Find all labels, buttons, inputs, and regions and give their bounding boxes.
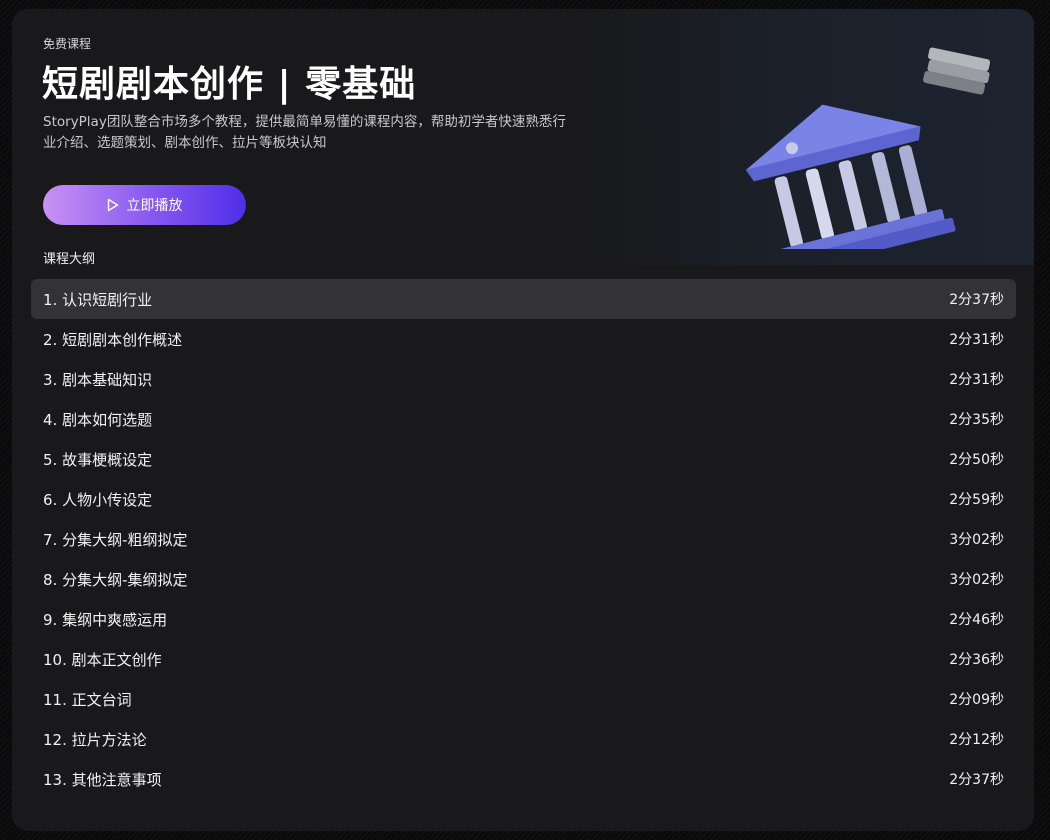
- lesson-duration: 2分35秒: [949, 412, 1004, 428]
- lesson-duration: 2分37秒: [949, 292, 1004, 308]
- lesson-row[interactable]: 13. 其他注意事项 2分37秒: [31, 759, 1016, 799]
- course-hero: 免费课程 短剧剧本创作 | 零基础 StoryPlay团队整合市场多个教程，提供…: [12, 9, 1034, 278]
- lesson-title: 9. 集纲中爽感运用: [43, 610, 168, 629]
- play-now-label: 立即播放: [126, 198, 183, 214]
- course-title: 短剧剧本创作 | 零基础: [42, 64, 417, 105]
- lesson-title: 2. 短剧剧本创作概述: [43, 330, 183, 349]
- lesson-row[interactable]: 1. 认识短剧行业 2分37秒: [31, 279, 1016, 319]
- lesson-duration: 2分50秒: [949, 452, 1004, 468]
- lesson-duration: 2分37秒: [949, 772, 1004, 788]
- lesson-title: 6. 人物小传设定: [43, 490, 153, 509]
- lesson-duration: 2分09秒: [949, 692, 1004, 708]
- lesson-row[interactable]: 12. 拉片方法论 2分12秒: [31, 719, 1016, 759]
- lesson-duration: 3分02秒: [949, 532, 1004, 548]
- lesson-row[interactable]: 3. 剧本基础知识 2分31秒: [31, 359, 1016, 399]
- lesson-row[interactable]: 2. 短剧剧本创作概述 2分31秒: [31, 319, 1016, 359]
- lesson-row[interactable]: 10. 剧本正文创作 2分36秒: [31, 639, 1016, 679]
- lesson-title: 10. 剧本正文创作: [43, 650, 162, 669]
- lesson-title: 13. 其他注意事项: [43, 770, 162, 789]
- lesson-duration: 2分31秒: [949, 372, 1004, 388]
- lesson-duration: 2分31秒: [949, 332, 1004, 348]
- lesson-duration: 3分02秒: [949, 572, 1004, 588]
- lesson-duration: 2分12秒: [949, 732, 1004, 748]
- lesson-title: 4. 剧本如何选题: [43, 410, 153, 429]
- lesson-title: 3. 剧本基础知识: [43, 370, 153, 389]
- outline-heading: 课程大纲: [43, 252, 96, 267]
- lesson-row[interactable]: 8. 分集大纲-集纲拟定 3分02秒: [31, 559, 1016, 599]
- lesson-title: 11. 正文台词: [43, 690, 132, 709]
- bank-building-3d-icon: [712, 39, 1012, 278]
- lesson-row[interactable]: 9. 集纲中爽感运用 2分46秒: [31, 599, 1016, 639]
- lesson-title: 12. 拉片方法论: [43, 730, 147, 749]
- lesson-row[interactable]: 5. 故事梗概设定 2分50秒: [31, 439, 1016, 479]
- lesson-row[interactable]: 4. 剧本如何选题 2分35秒: [31, 399, 1016, 439]
- lesson-row[interactable]: 7. 分集大纲-粗纲拟定 3分02秒: [31, 519, 1016, 559]
- lesson-title: 8. 分集大纲-集纲拟定: [43, 570, 188, 589]
- lesson-title: 5. 故事梗概设定: [43, 450, 153, 469]
- lesson-list: 1. 认识短剧行业 2分37秒 2. 短剧剧本创作概述 2分31秒 3. 剧本基础知识 2…: [31, 279, 1016, 799]
- play-now-button[interactable]: 立即播放: [43, 185, 246, 225]
- lesson-row[interactable]: 6. 人物小传设定 2分59秒: [31, 479, 1016, 519]
- lesson-title: 7. 分集大纲-粗纲拟定: [43, 530, 188, 549]
- play-triangle-icon: [107, 198, 119, 212]
- course-description: StoryPlay团队整合市场多个教程，提供最简单易懂的课程内容，帮助初学者快速…: [43, 114, 566, 151]
- lesson-duration: 2分46秒: [949, 612, 1004, 628]
- lesson-duration: 2分59秒: [949, 492, 1004, 508]
- lesson-row[interactable]: 11. 正文台词 2分09秒: [31, 679, 1016, 719]
- course-tag: 免费课程: [43, 37, 92, 51]
- lesson-duration: 2分36秒: [949, 652, 1004, 668]
- course-panel: 免费课程 短剧剧本创作 | 零基础 StoryPlay团队整合市场多个教程，提供…: [12, 9, 1034, 831]
- lesson-title: 1. 认识短剧行业: [43, 290, 153, 309]
